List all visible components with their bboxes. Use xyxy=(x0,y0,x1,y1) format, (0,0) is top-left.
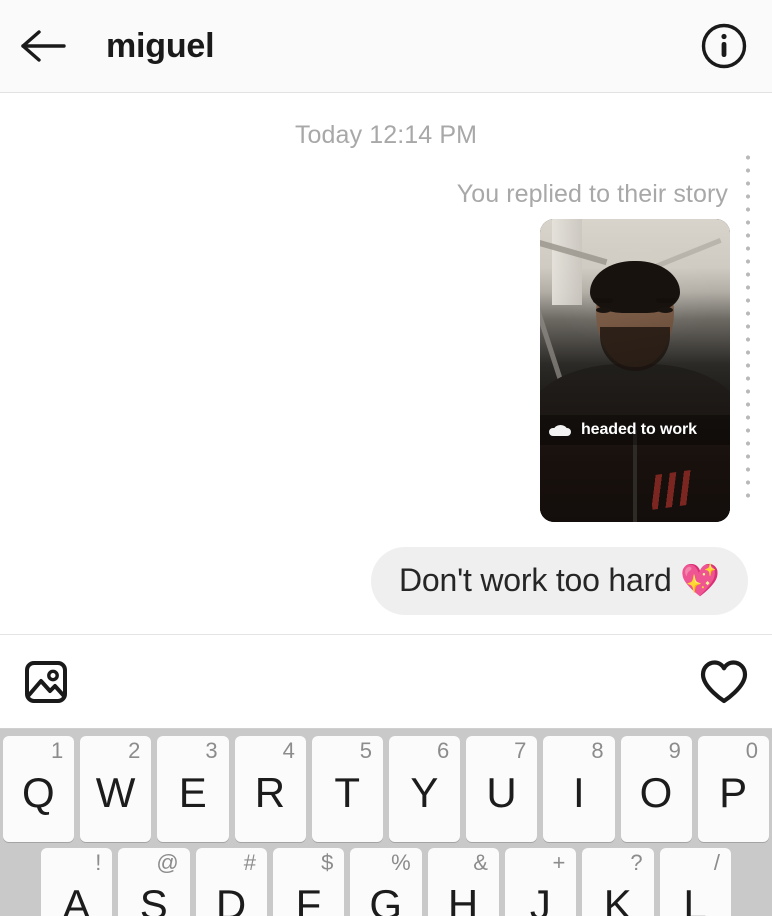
key-main-label: T xyxy=(334,769,361,816)
key-main-label: G xyxy=(369,881,403,916)
key-alt-label: 5 xyxy=(359,738,373,763)
key-main-label: U xyxy=(486,769,518,816)
key-u[interactable]: 7U xyxy=(466,736,538,842)
key-e[interactable]: 3E xyxy=(157,736,229,842)
story-thumbnail[interactable]: headed to work xyxy=(540,219,730,522)
key-main-label: I xyxy=(572,769,586,816)
key-main-label: Y xyxy=(410,769,439,816)
story-person-eye-right xyxy=(658,307,673,313)
key-main-label: Q xyxy=(22,769,56,816)
key-f[interactable]: $ F xyxy=(272,848,345,916)
story-person-hair xyxy=(590,261,680,313)
key-r[interactable]: 4R xyxy=(234,736,306,842)
key-alt-label: $ xyxy=(321,850,334,875)
key-alt-label: 0 xyxy=(745,738,759,763)
key-alt-label: & xyxy=(473,850,488,875)
heart-outline-icon xyxy=(700,659,748,703)
info-circle-icon xyxy=(701,23,747,69)
cloud-icon xyxy=(549,424,571,436)
key-main-label: L xyxy=(683,881,708,916)
key-alt-label: 2 xyxy=(128,738,141,763)
key-main-label: R xyxy=(254,769,286,816)
story-thumbnail-row: headed to work xyxy=(0,219,772,522)
thread-timestamp: Today 12:14 PM xyxy=(294,121,478,149)
key-q[interactable]: 1Q xyxy=(3,736,75,842)
key-main-label: W xyxy=(95,769,136,816)
message-bubble[interactable]: Don't work too hard 💖 xyxy=(370,547,748,615)
story-reply-rail xyxy=(745,151,751,506)
key-g[interactable]: % G xyxy=(350,848,422,916)
page-title: miguel xyxy=(106,26,215,65)
key-w[interactable]: 2W xyxy=(80,736,152,842)
story-person-brow-right xyxy=(656,298,676,303)
key-alt-label: 3 xyxy=(205,738,218,763)
photo-gallery-icon xyxy=(25,660,67,703)
direct-message-screen: miguel Today 12:14 PM You replied to the… xyxy=(0,0,772,916)
key-main-label: K xyxy=(603,881,633,916)
key-main-label: E xyxy=(178,769,208,816)
keyboard-row-1: 1Q2W3E4R5T6Y7U8I9O0P xyxy=(0,736,772,842)
key-alt-label: 8 xyxy=(591,738,604,763)
key-alt-label: / xyxy=(713,850,720,875)
key-alt-label: ? xyxy=(630,850,643,875)
key-main-label: H xyxy=(447,881,479,916)
key-t[interactable]: 5T xyxy=(311,736,384,842)
keyboard-row-2: ! A @ S # D $ F% G & H + J? K / L xyxy=(0,848,772,916)
key-d[interactable]: # D xyxy=(195,848,267,916)
key-main-label: S xyxy=(139,881,169,916)
key-alt-label: 9 xyxy=(668,738,681,763)
key-j[interactable]: + J xyxy=(504,848,577,916)
key-h[interactable]: & H xyxy=(427,848,499,916)
info-button[interactable] xyxy=(696,18,752,74)
outgoing-message-row: Don't work too hard 💖 xyxy=(0,547,772,615)
key-alt-label: + xyxy=(552,850,566,875)
key-a[interactable]: ! A xyxy=(41,848,113,916)
message-text: Don't work too hard 💖 xyxy=(398,562,720,598)
key-alt-label: 4 xyxy=(282,738,295,763)
key-main-label: D xyxy=(215,881,247,916)
story-caption-text: headed to work xyxy=(581,421,697,438)
story-caption-band: headed to work xyxy=(540,415,730,445)
gallery-button[interactable] xyxy=(16,652,76,712)
key-l[interactable]: / L xyxy=(659,848,731,916)
key-main-label: P xyxy=(719,769,748,816)
like-button[interactable] xyxy=(694,652,754,712)
key-main-label: J xyxy=(529,881,552,916)
conversation-header: miguel xyxy=(0,0,772,93)
key-alt-label: % xyxy=(391,850,411,875)
key-main-label: F xyxy=(295,881,322,916)
message-thread[interactable]: Today 12:14 PM You replied to their stor… xyxy=(0,93,772,634)
on-screen-keyboard[interactable]: 1Q2W3E4R5T6Y7U8I9O0P ! A @ S # D $ F% G & H + J? K / L xyxy=(0,729,772,916)
back-arrow-icon xyxy=(21,30,66,62)
message-input-bar xyxy=(0,634,772,729)
story-person-brow-left xyxy=(593,298,613,303)
key-alt-label: # xyxy=(243,850,256,875)
key-alt-label: ! xyxy=(95,850,102,875)
story-person-eye-left xyxy=(596,307,611,313)
key-alt-label: 7 xyxy=(514,738,527,763)
key-i[interactable]: 8I xyxy=(543,736,615,842)
story-pillar xyxy=(552,219,582,305)
key-alt-label: @ xyxy=(156,850,179,875)
key-s[interactable]: @ S xyxy=(118,848,190,916)
key-k[interactable]: ? K xyxy=(582,848,654,916)
key-o[interactable]: 9O xyxy=(620,736,692,842)
back-button[interactable] xyxy=(12,15,74,77)
key-alt-label: 6 xyxy=(436,738,450,763)
key-alt-label: 1 xyxy=(50,738,64,763)
key-p[interactable]: 0P xyxy=(697,736,770,842)
key-main-label: A xyxy=(62,881,91,916)
story-reply-label: You replied to their story xyxy=(456,180,728,208)
key-y[interactable]: 6Y xyxy=(389,736,461,842)
key-main-label: O xyxy=(639,769,673,816)
